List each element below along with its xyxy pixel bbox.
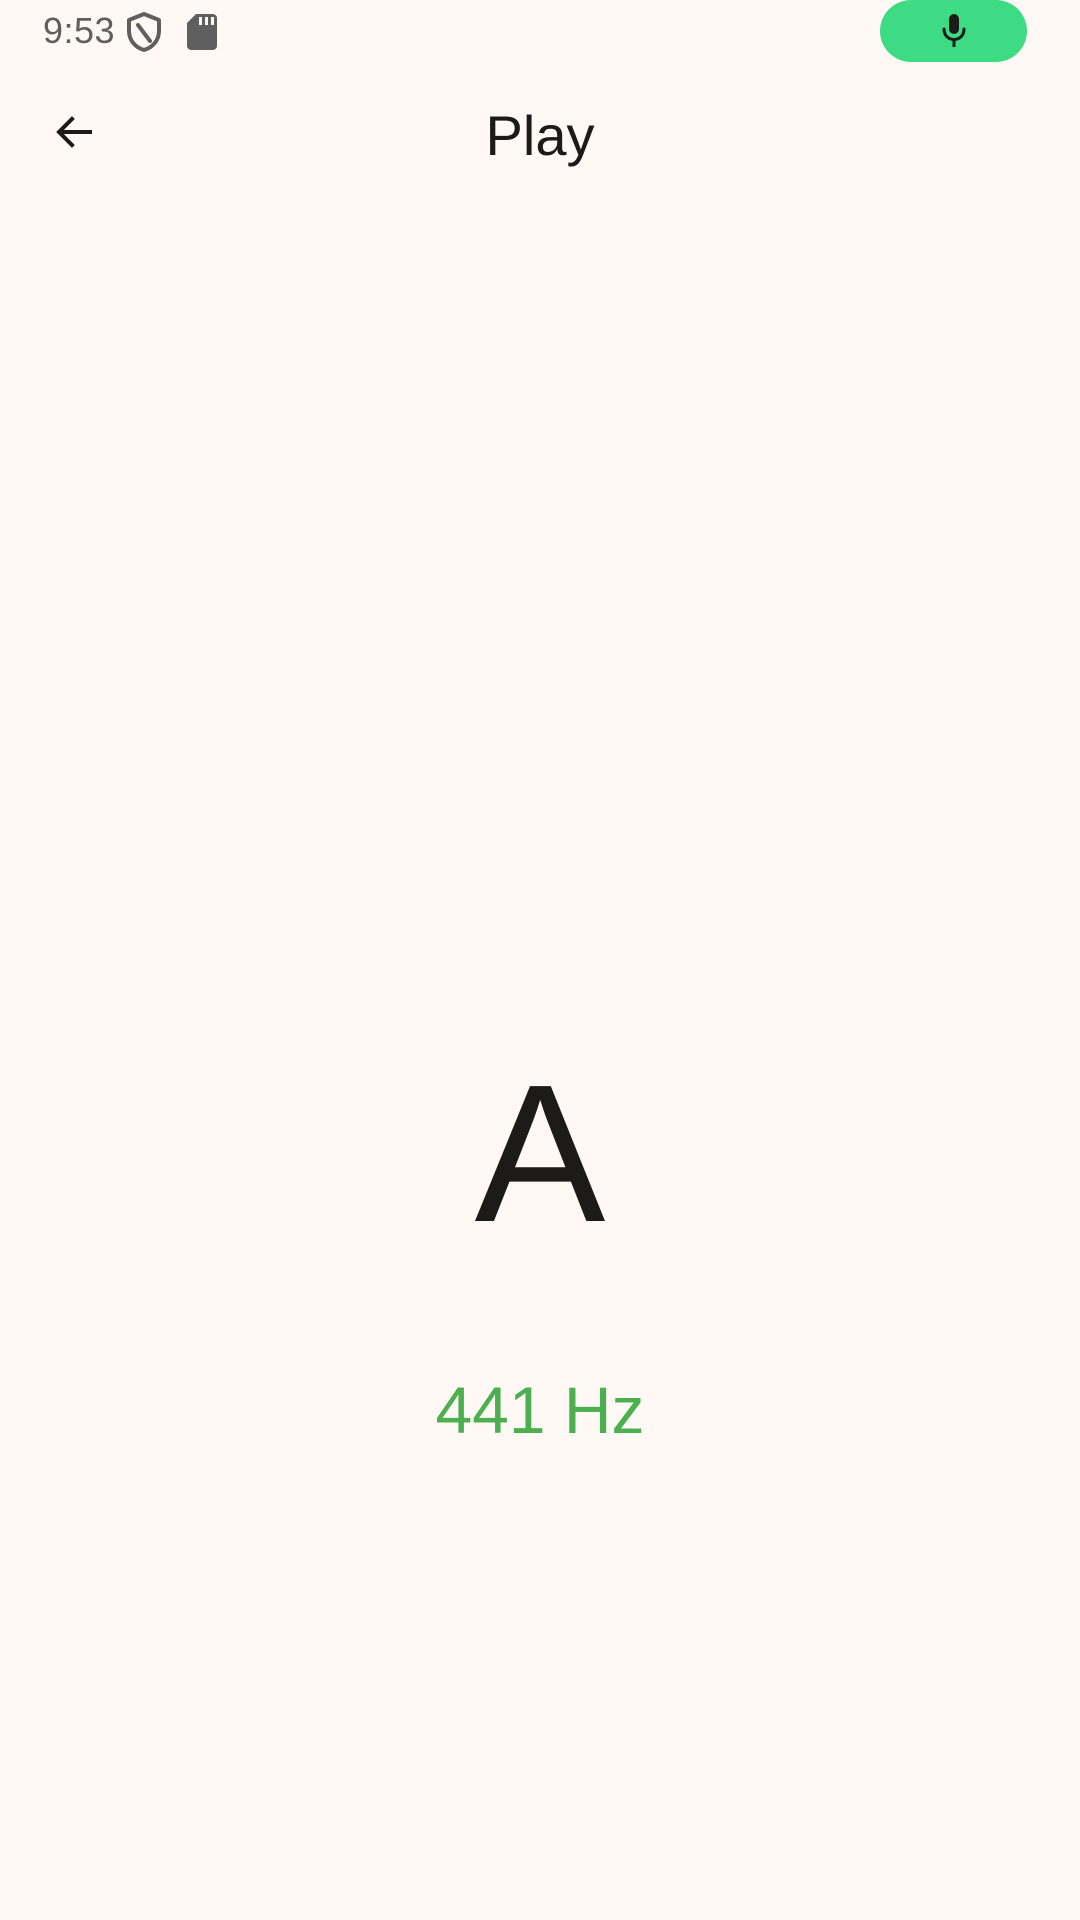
note-frequency: 441 Hz (435, 1373, 645, 1447)
status-bar: 9:53 (0, 0, 1080, 64)
note-name: A (474, 1044, 606, 1263)
top-app-bar: Play (0, 80, 1080, 192)
sd-card-icon (187, 14, 217, 50)
mic-indicator[interactable] (880, 0, 1027, 62)
mic-icon (942, 14, 965, 47)
page-title: Play (485, 104, 595, 167)
shield-icon (127, 12, 161, 52)
status-time: 9:53 (43, 10, 116, 51)
